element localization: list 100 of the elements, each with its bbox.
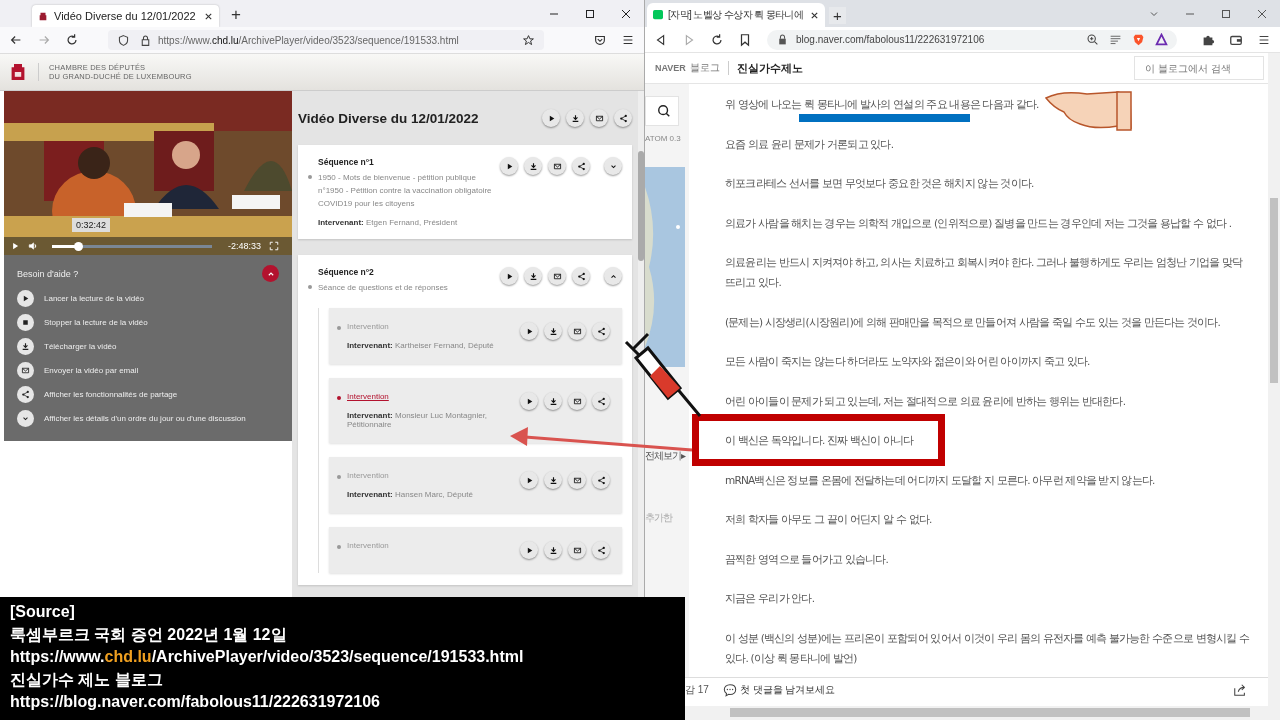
share-button[interactable] bbox=[592, 541, 610, 559]
fullscreen-icon[interactable] bbox=[269, 241, 280, 251]
download-icon bbox=[570, 113, 580, 123]
help-label: Envoyer la vidéo par email bbox=[44, 365, 139, 375]
paragraph: 위 영상에 나오는 뤽 몽타니에 발사의 연설의 주요 내용은 다음과 같다. bbox=[725, 97, 1040, 112]
download-icon bbox=[548, 545, 558, 555]
scrollbar-thumb[interactable] bbox=[730, 708, 1250, 717]
intervention-card[interactable]: Intervention Intervenant: Hansen Marc, Député bbox=[329, 457, 622, 513]
play-button[interactable] bbox=[542, 109, 560, 127]
logo-icon[interactable] bbox=[10, 62, 26, 82]
blog-name[interactable]: 진실가수제노 bbox=[736, 60, 803, 76]
view-all-link[interactable]: 전체보기▸ bbox=[645, 449, 686, 463]
play-button[interactable] bbox=[520, 541, 538, 559]
close-icon[interactable] bbox=[621, 8, 631, 19]
new-tab-button[interactable]: + bbox=[227, 5, 245, 25]
scrollbar-thumb[interactable] bbox=[638, 151, 644, 261]
paragraph: 히포크라테스 선서를 보면 무엇보다 중요한 것은 해치지 않는 것이다. bbox=[725, 176, 1035, 191]
help-label: Stopper la lecture de la vidéo bbox=[44, 317, 148, 327]
bookmark-icon[interactable] bbox=[738, 32, 752, 47]
intervention-card[interactable]: Intervention Intervenant: Monsieur Luc Montagnier, Pétitionnaire bbox=[329, 378, 622, 443]
scrollbar-thumb[interactable] bbox=[1270, 198, 1278, 383]
share-button[interactable] bbox=[614, 109, 632, 127]
close-icon[interactable] bbox=[810, 10, 819, 20]
zoom-icon[interactable] bbox=[1086, 33, 1099, 46]
comment-prompt[interactable]: 첫 댓글을 남겨보세요 bbox=[739, 683, 836, 697]
envelope-icon bbox=[572, 326, 582, 336]
share-button[interactable] bbox=[592, 471, 610, 489]
pocket-icon[interactable] bbox=[593, 33, 607, 47]
envelope-icon bbox=[594, 113, 604, 123]
video-title: Vidéo Diverse du 12/01/2022 bbox=[298, 110, 479, 126]
speaker-text: Intervenant: Monsieur Luc Montagnier, Pétitionnaire bbox=[346, 411, 489, 429]
download-button[interactable] bbox=[544, 471, 562, 489]
email-button[interactable] bbox=[548, 157, 566, 175]
new-tab-button[interactable]: + bbox=[829, 7, 846, 24]
caption-line: 룩셈부르크 국회 증언 2022년 1월 12일 bbox=[10, 624, 288, 645]
download-button[interactable] bbox=[524, 267, 542, 285]
sequence-description: Séance de questions et de réponses bbox=[318, 282, 448, 294]
share-button[interactable] bbox=[592, 392, 610, 410]
stop-icon bbox=[21, 317, 30, 327]
intervention-card[interactable]: Intervention Intervenant: Kartheiser Fernand, Député bbox=[329, 308, 622, 364]
download-icon bbox=[528, 161, 538, 171]
volume-icon[interactable] bbox=[28, 241, 38, 251]
email-button[interactable] bbox=[568, 392, 586, 410]
download-button[interactable] bbox=[524, 157, 542, 175]
address-bar[interactable]: blog.naver.com/fabolous11/222631972106 bbox=[767, 29, 1177, 50]
brand-name[interactable]: NAVER bbox=[655, 63, 686, 73]
play-button[interactable] bbox=[500, 267, 518, 285]
email-button[interactable] bbox=[568, 541, 586, 559]
email-button[interactable] bbox=[568, 471, 586, 489]
share-button[interactable] bbox=[572, 267, 590, 285]
reload-icon[interactable] bbox=[710, 32, 724, 47]
download-button[interactable] bbox=[566, 109, 584, 127]
seek-handle[interactable] bbox=[73, 241, 83, 251]
envelope-icon bbox=[552, 271, 562, 281]
paragraph: 이 백신은 독약입니다. 진짜 백신이 아니다 bbox=[692, 414, 945, 466]
play-button[interactable] bbox=[500, 157, 518, 175]
tab-title: Vidéo Diverse du 12/01/2022 bbox=[54, 10, 197, 22]
section-name[interactable]: 블로그 bbox=[689, 61, 729, 75]
share-icon[interactable] bbox=[1233, 683, 1247, 697]
help-label: Lancer la lecture de la vidéo bbox=[44, 293, 145, 303]
download-icon bbox=[548, 326, 558, 336]
search-button[interactable] bbox=[645, 96, 679, 126]
address-bar[interactable]: https://www.chd.lu/ArchivePlayer/video/3523/sequence/191533.html bbox=[108, 30, 544, 50]
caption-line: https://www.chd.lu/ArchivePlayer/video/3523/sequence/191533.html bbox=[10, 647, 525, 667]
comment-icon[interactable] bbox=[722, 683, 737, 697]
play-button[interactable] bbox=[520, 392, 538, 410]
expand-button[interactable] bbox=[604, 267, 622, 285]
reload-icon[interactable] bbox=[65, 33, 79, 47]
email-button[interactable] bbox=[548, 267, 566, 285]
download-button[interactable] bbox=[544, 541, 562, 559]
sequence-description: 1950 - Mots de bienvenue - pétition publique n°1950 - Pétition contre la vaccination obligatoire COVID19 pour les citoyens bbox=[318, 172, 493, 210]
share-button[interactable] bbox=[572, 157, 590, 175]
paragraph: mRNA백신은 정보를 온몸에 전달하는데 어디까지 도달할 지 모른다. 아무런 제약을 받지 않는다. bbox=[725, 472, 1156, 488]
paragraph: 요즘 의료 윤리 문제가 거론되고 있다. bbox=[725, 136, 895, 152]
sidebar-text: ATOM 0.3 bbox=[645, 134, 681, 143]
sequence-title: Séquence n°1 bbox=[317, 157, 375, 167]
back-icon[interactable] bbox=[9, 33, 23, 47]
like-count[interactable]: 감 17 bbox=[685, 683, 709, 697]
close-icon[interactable] bbox=[204, 11, 213, 21]
download-button[interactable] bbox=[544, 392, 562, 410]
triangle-icon[interactable] bbox=[1155, 33, 1168, 46]
share-icon bbox=[596, 475, 606, 485]
maximize-icon[interactable] bbox=[585, 8, 595, 19]
browser-tab[interactable]: [자막] 노벨상 수상자 뤽 몽타니에 bbox=[647, 3, 825, 27]
play-button[interactable] bbox=[520, 322, 538, 340]
play-icon[interactable] bbox=[10, 241, 20, 251]
seek-track[interactable] bbox=[52, 244, 212, 248]
browser-tab[interactable]: Vidéo Diverse du 12/01/2022 bbox=[32, 5, 219, 27]
email-button[interactable] bbox=[568, 322, 586, 340]
play-button[interactable] bbox=[520, 471, 538, 489]
paragraph: (문제는) 시장생리(시장원리)에 의해 판매만을 목적으로 만들어져 사람을 죽일 수도 있는 것을 만든다는 것이다. bbox=[725, 314, 1221, 330]
search-field[interactable]: 이 블로그에서 검색 bbox=[1134, 56, 1264, 80]
intervention-link[interactable]: Intervention bbox=[347, 392, 389, 401]
email-button[interactable] bbox=[590, 109, 608, 127]
reader-icon[interactable] bbox=[1109, 33, 1122, 46]
share-icon bbox=[596, 396, 606, 406]
download-button[interactable] bbox=[544, 322, 562, 340]
star-icon[interactable] bbox=[522, 33, 535, 47]
share-button[interactable] bbox=[592, 322, 610, 340]
menu-icon[interactable] bbox=[621, 33, 635, 47]
